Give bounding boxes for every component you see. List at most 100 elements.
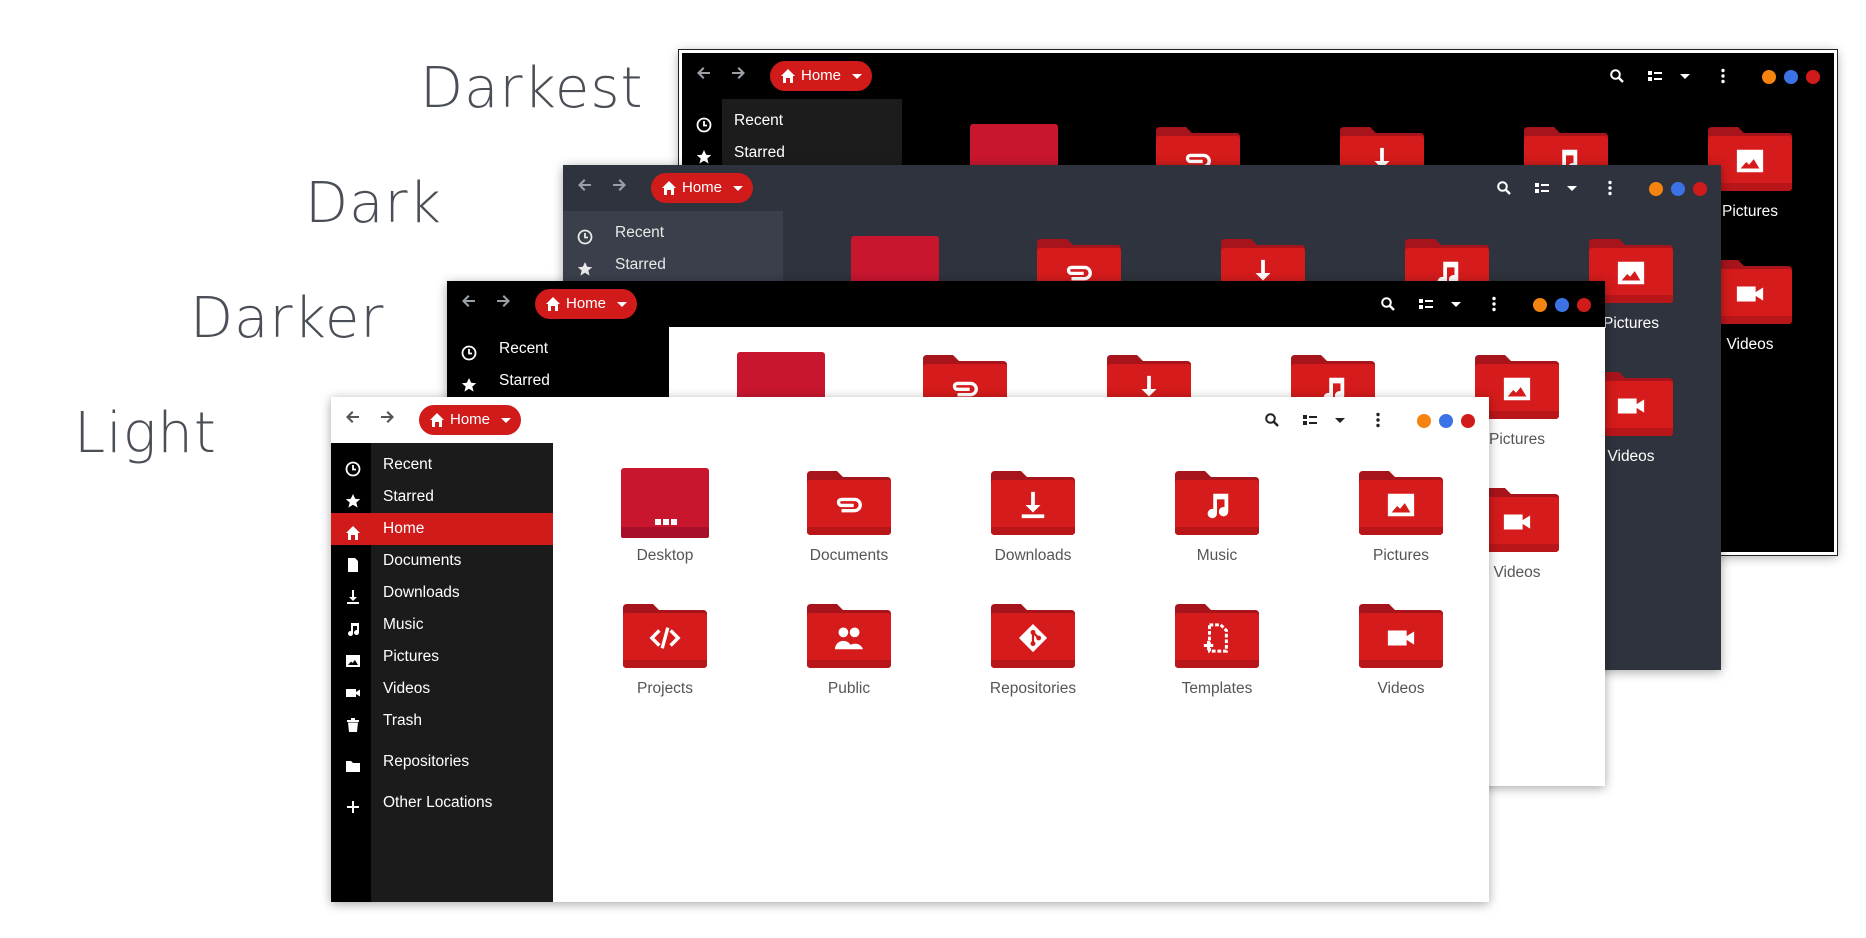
view-mode-button[interactable] [1299, 409, 1321, 431]
sidebar-item-label: Home [383, 520, 425, 537]
main-menu-button[interactable] [1483, 293, 1505, 315]
main-menu-button[interactable] [1367, 409, 1389, 431]
back-button[interactable] [457, 293, 481, 315]
sidebar-item-starred[interactable]: Starred [447, 365, 669, 397]
folder-item-music[interactable]: Music [1147, 467, 1287, 587]
accent-color-orange[interactable] [1649, 182, 1663, 196]
view-mode-button[interactable] [1531, 177, 1553, 199]
image-icon [345, 649, 361, 667]
accent-color-orange[interactable] [1762, 70, 1776, 84]
folder-item-pictures[interactable]: Pictures [1331, 467, 1471, 587]
chevron-down-icon [1448, 297, 1464, 316]
desktop-icon [621, 467, 709, 539]
sidebar-item-label: Pictures [383, 648, 439, 665]
sidebar-item-recent[interactable]: Recent [682, 105, 902, 137]
folder-item-desktop[interactable]: Desktop [595, 467, 735, 587]
folder-item-templates[interactable]: Templates [1147, 600, 1287, 720]
accent-color-orange[interactable] [1533, 298, 1547, 312]
sidebar-item-recent[interactable]: Recent [331, 449, 553, 481]
accent-color-orange[interactable] [1417, 414, 1431, 428]
folder-item-documents[interactable]: Documents [779, 467, 919, 587]
chevron-down-icon [1332, 413, 1348, 432]
folder-item-projects[interactable]: Projects [595, 600, 735, 720]
forward-button[interactable] [491, 293, 515, 315]
code-icon [621, 600, 709, 672]
accent-color-blue[interactable] [1671, 182, 1685, 196]
accent-color-blue[interactable] [1439, 414, 1453, 428]
path-button-home[interactable]: Home [419, 405, 521, 435]
path-button-home[interactable]: Home [651, 173, 753, 203]
accent-color-red[interactable] [1693, 182, 1707, 196]
view-options-button[interactable] [1674, 65, 1696, 87]
view-options-button[interactable] [1329, 409, 1351, 431]
chevron-down-icon [1564, 181, 1580, 200]
sidebar-item-starred[interactable]: Starred [563, 249, 783, 281]
accent-color-red[interactable] [1806, 70, 1820, 84]
theme-label-darkest: Darkest [420, 56, 644, 121]
sidebar-item-label: Recent [615, 224, 665, 241]
folder-label: Projects [637, 680, 693, 697]
search-icon [1609, 69, 1625, 88]
sidebar-item-repositories[interactable]: Repositories [331, 746, 553, 778]
back-button[interactable] [341, 409, 365, 431]
headerbar: Home [682, 53, 1834, 99]
forward-button[interactable] [726, 65, 750, 87]
accent-color-blue[interactable] [1784, 70, 1798, 84]
view-mode-button[interactable] [1644, 65, 1666, 87]
clock-icon [577, 225, 593, 245]
back-button[interactable] [573, 177, 597, 199]
chevron-down-icon [617, 302, 627, 307]
folder-label: Videos [1377, 680, 1425, 697]
path-button-home[interactable]: Home [535, 289, 637, 319]
arrow-left-icon [696, 66, 712, 86]
forward-button[interactable] [375, 409, 399, 431]
home-icon [780, 68, 796, 84]
sidebar-item-label: Recent [734, 112, 784, 129]
paperclip-icon [805, 467, 893, 539]
search-button[interactable] [1606, 65, 1628, 87]
sidebar-item-documents[interactable]: Documents [331, 545, 553, 577]
sidebar-item-pictures[interactable]: Pictures [331, 641, 553, 673]
accent-color-blue[interactable] [1555, 298, 1569, 312]
path-label: Home [450, 411, 491, 428]
view-options-button[interactable] [1445, 293, 1467, 315]
view-mode-button[interactable] [1415, 293, 1437, 315]
arrow-right-icon [730, 66, 746, 86]
star-icon [577, 257, 593, 276]
kebab-menu-icon [1370, 412, 1386, 432]
folder-item-downloads[interactable]: Downloads [963, 467, 1103, 587]
sidebar-item-recent[interactable]: Recent [447, 333, 669, 365]
folder-label: Templates [1181, 680, 1253, 697]
main-menu-button[interactable] [1712, 65, 1734, 87]
sidebar-item-music[interactable]: Music [331, 609, 553, 641]
sidebar-item-trash[interactable]: Trash [331, 705, 553, 737]
folder-label: Public [827, 680, 871, 697]
folder-item-repositories[interactable]: Repositories [963, 600, 1103, 720]
accent-color-red[interactable] [1577, 298, 1591, 312]
accent-color-red[interactable] [1461, 414, 1475, 428]
video-icon [1357, 600, 1445, 672]
search-button[interactable] [1493, 177, 1515, 199]
star-icon [696, 145, 712, 164]
back-button[interactable] [692, 65, 716, 87]
search-button[interactable] [1261, 409, 1283, 431]
path-button-home[interactable]: Home [770, 61, 872, 91]
search-button[interactable] [1377, 293, 1399, 315]
folder-item-public[interactable]: Public [779, 600, 919, 720]
star-icon [461, 373, 477, 392]
git-icon [989, 600, 1077, 672]
headerbar: Home [563, 165, 1721, 211]
sidebar-item-label: Videos [383, 680, 431, 697]
sidebar-item-downloads[interactable]: Downloads [331, 577, 553, 609]
view-options-button[interactable] [1561, 177, 1583, 199]
forward-button[interactable] [607, 177, 631, 199]
main-menu-button[interactable] [1599, 177, 1621, 199]
sidebar-item-other-locations[interactable]: Other Locations [331, 787, 553, 819]
sidebar-item-recent[interactable]: Recent [563, 217, 783, 249]
folder-item-videos[interactable]: Videos [1331, 600, 1471, 720]
folder-label: Repositories [989, 680, 1077, 697]
arrow-right-icon [495, 294, 511, 314]
sidebar-item-starred[interactable]: Starred [331, 481, 553, 513]
sidebar-item-videos[interactable]: Videos [331, 673, 553, 705]
sidebar-item-home[interactable]: Home [331, 513, 553, 545]
